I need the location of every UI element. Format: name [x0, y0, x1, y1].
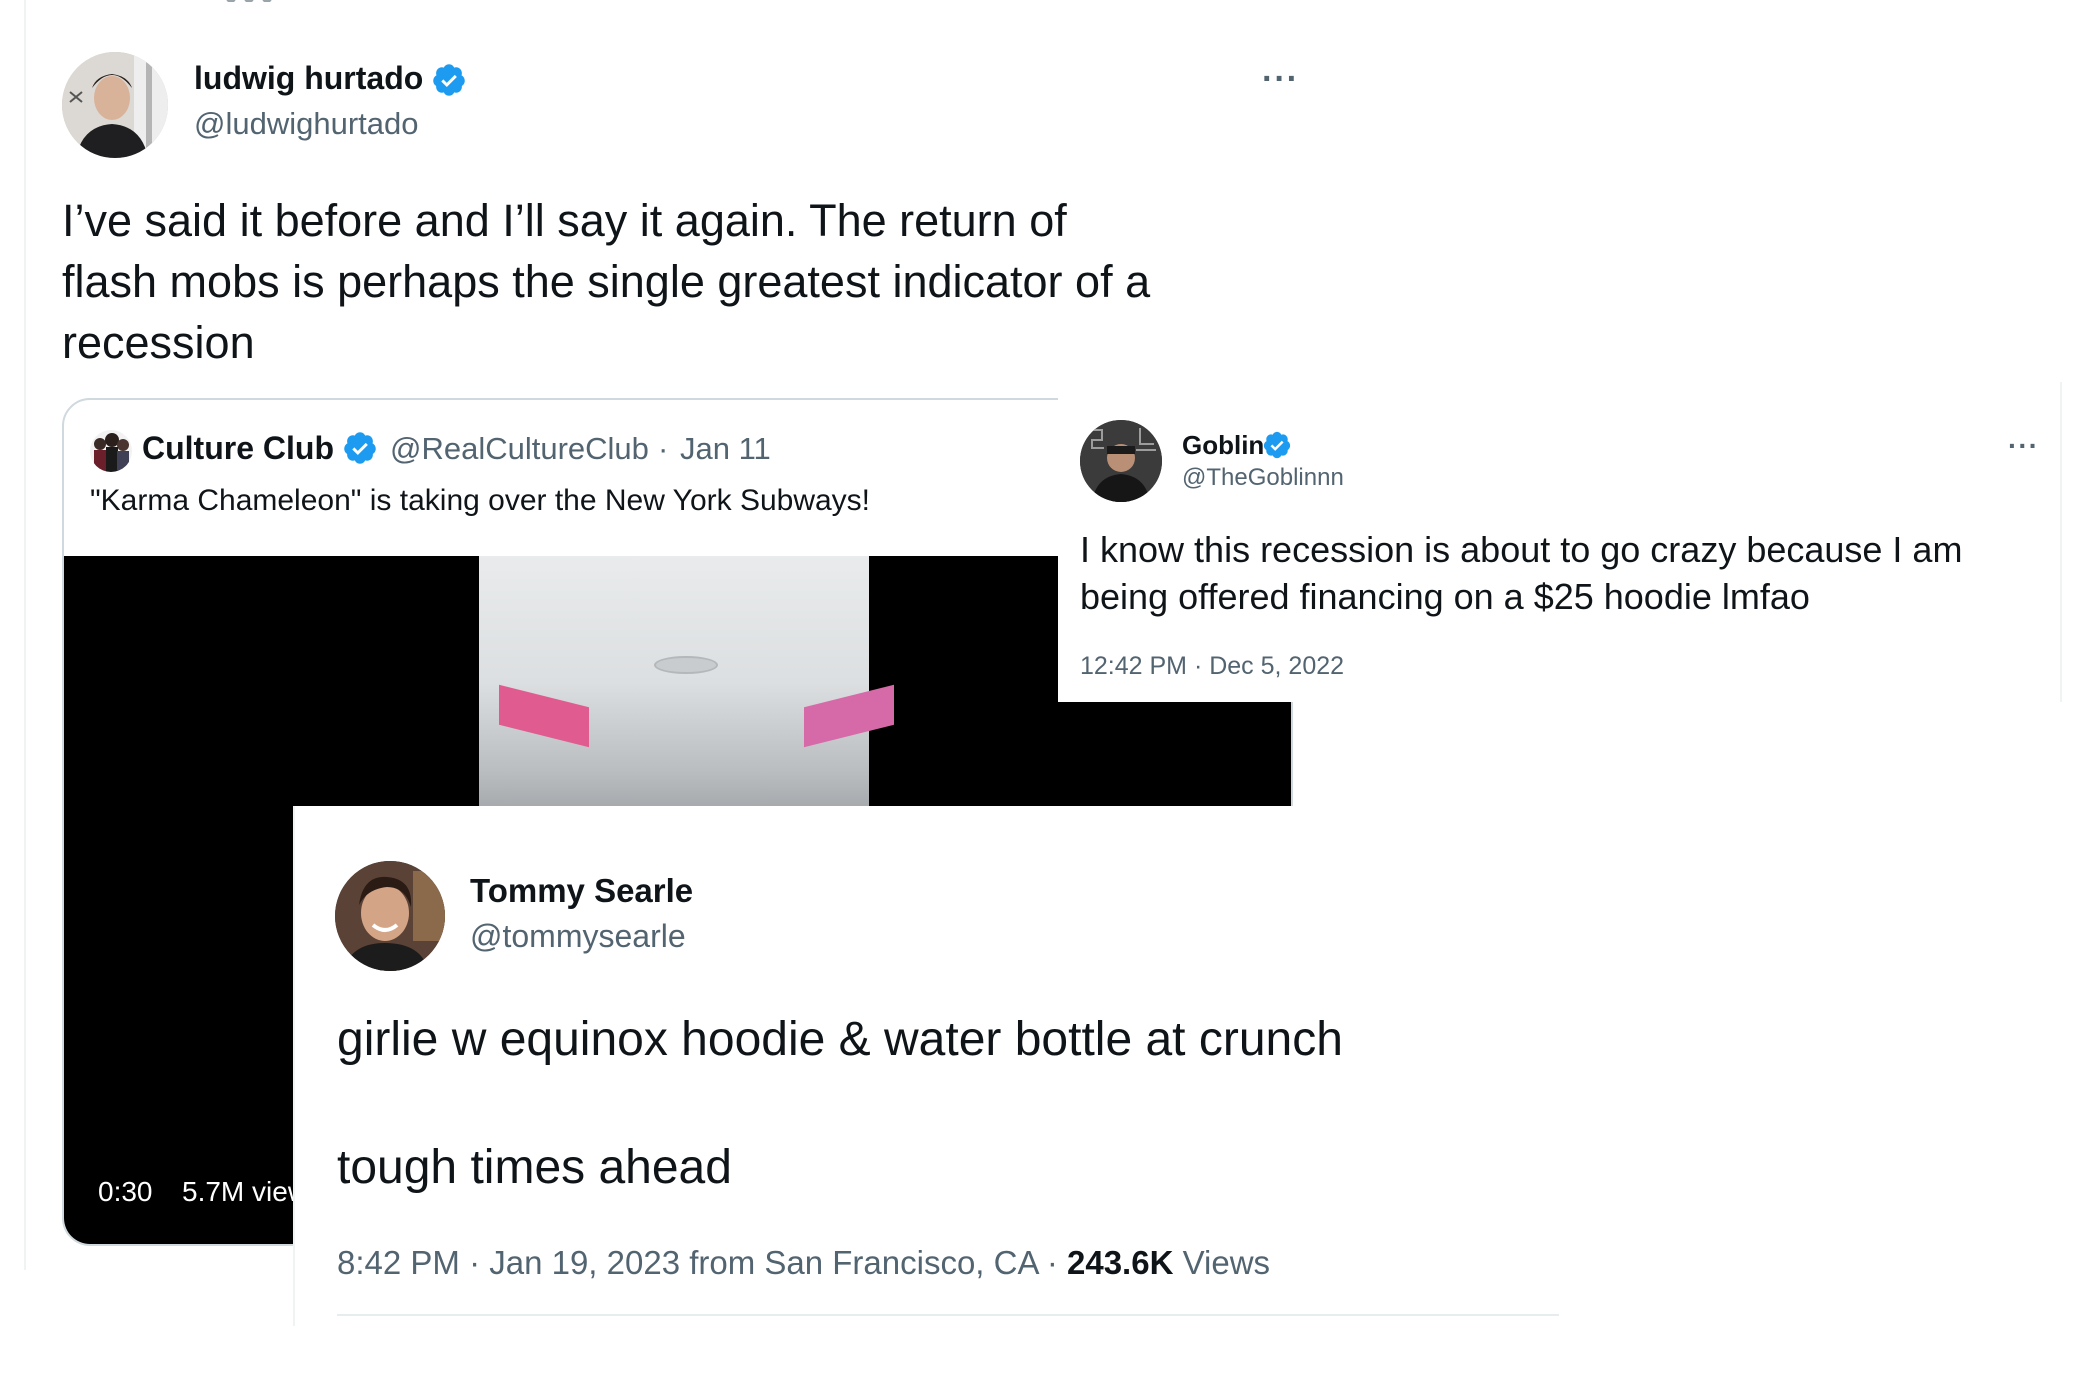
author-handle[interactable]: @ludwighurtado — [194, 106, 419, 142]
verified-badge-icon — [433, 64, 465, 96]
tweet-text-line: flash mobs is perhaps the single greates… — [62, 256, 1151, 307]
quote-avatar — [90, 430, 132, 472]
tweet-text-line: tough times ahead — [337, 1141, 732, 1194]
tweet-text-line: girlie w equinox hoodie & water bottle a… — [337, 1013, 1343, 1066]
cropped-fragment — [226, 0, 336, 2]
quote-separator: · — [658, 431, 669, 466]
tweet-text-line: I know this recession is about to go cra… — [1080, 529, 1963, 570]
quote-author-name[interactable]: Culture Club — [142, 430, 334, 467]
avatar[interactable] — [62, 52, 168, 158]
more-options-icon[interactable]: ··· — [2008, 432, 2039, 460]
tweet-text: I know this recession is about to go cra… — [1080, 526, 2060, 620]
verified-badge-icon — [344, 432, 376, 464]
quote-author-handle[interactable]: @RealCultureClub — [390, 431, 649, 467]
tweet-meta: 8:42 PM · Jan 19, 2023 from San Francisc… — [337, 1244, 1270, 1282]
avatar-photo-icon — [62, 52, 168, 158]
tweet-timestamp[interactable]: 12:42 PM · Dec 5, 2022 — [1080, 652, 1344, 681]
verified-badge-icon — [1263, 431, 1291, 459]
tweet-text-line: being offered financing on a $25 hoodie … — [1080, 576, 1810, 617]
quote-text: "Karma Chameleon" is taking over the New… — [90, 484, 871, 517]
tweet-goblin: Goblin @TheGoblinnn ··· I know this rece… — [1058, 382, 2062, 702]
avatar-photo-icon — [1080, 420, 1162, 502]
subway-ad — [804, 684, 894, 748]
tweet-text: I’ve said it before and I’ll say it agai… — [62, 190, 1302, 373]
avatar[interactable] — [1080, 420, 1162, 502]
views-label: Views — [1173, 1244, 1271, 1281]
views-count[interactable]: 243.6K — [1067, 1244, 1173, 1281]
subway-ad — [499, 684, 589, 748]
avatar[interactable] — [335, 861, 445, 971]
author-name[interactable]: Tommy Searle — [470, 872, 693, 910]
group-photo-icon — [94, 433, 129, 472]
tweet-timestamp-location[interactable]: 8:42 PM · Jan 19, 2023 from San Francisc… — [337, 1244, 1067, 1281]
tweet-text-line: I’ve said it before and I’ll say it agai… — [62, 195, 1067, 246]
avatar-photo-icon — [335, 861, 445, 971]
more-options-icon[interactable]: ··· — [1262, 62, 1299, 96]
divider — [337, 1314, 1559, 1316]
quote-date[interactable]: Jan 11 — [680, 431, 771, 467]
video-duration: 0:30 — [98, 1176, 153, 1207]
author-handle[interactable]: @TheGoblinnn — [1182, 464, 1344, 492]
tweet-tommy: Tommy Searle @tommysearle girlie w equin… — [293, 806, 1565, 1326]
ceiling-light — [654, 656, 718, 674]
author-name[interactable]: ludwig hurtado — [194, 60, 423, 97]
tweet-text-line: recession — [62, 317, 255, 368]
author-handle[interactable]: @tommysearle — [470, 918, 686, 955]
author-name[interactable]: Goblin — [1182, 430, 1264, 461]
